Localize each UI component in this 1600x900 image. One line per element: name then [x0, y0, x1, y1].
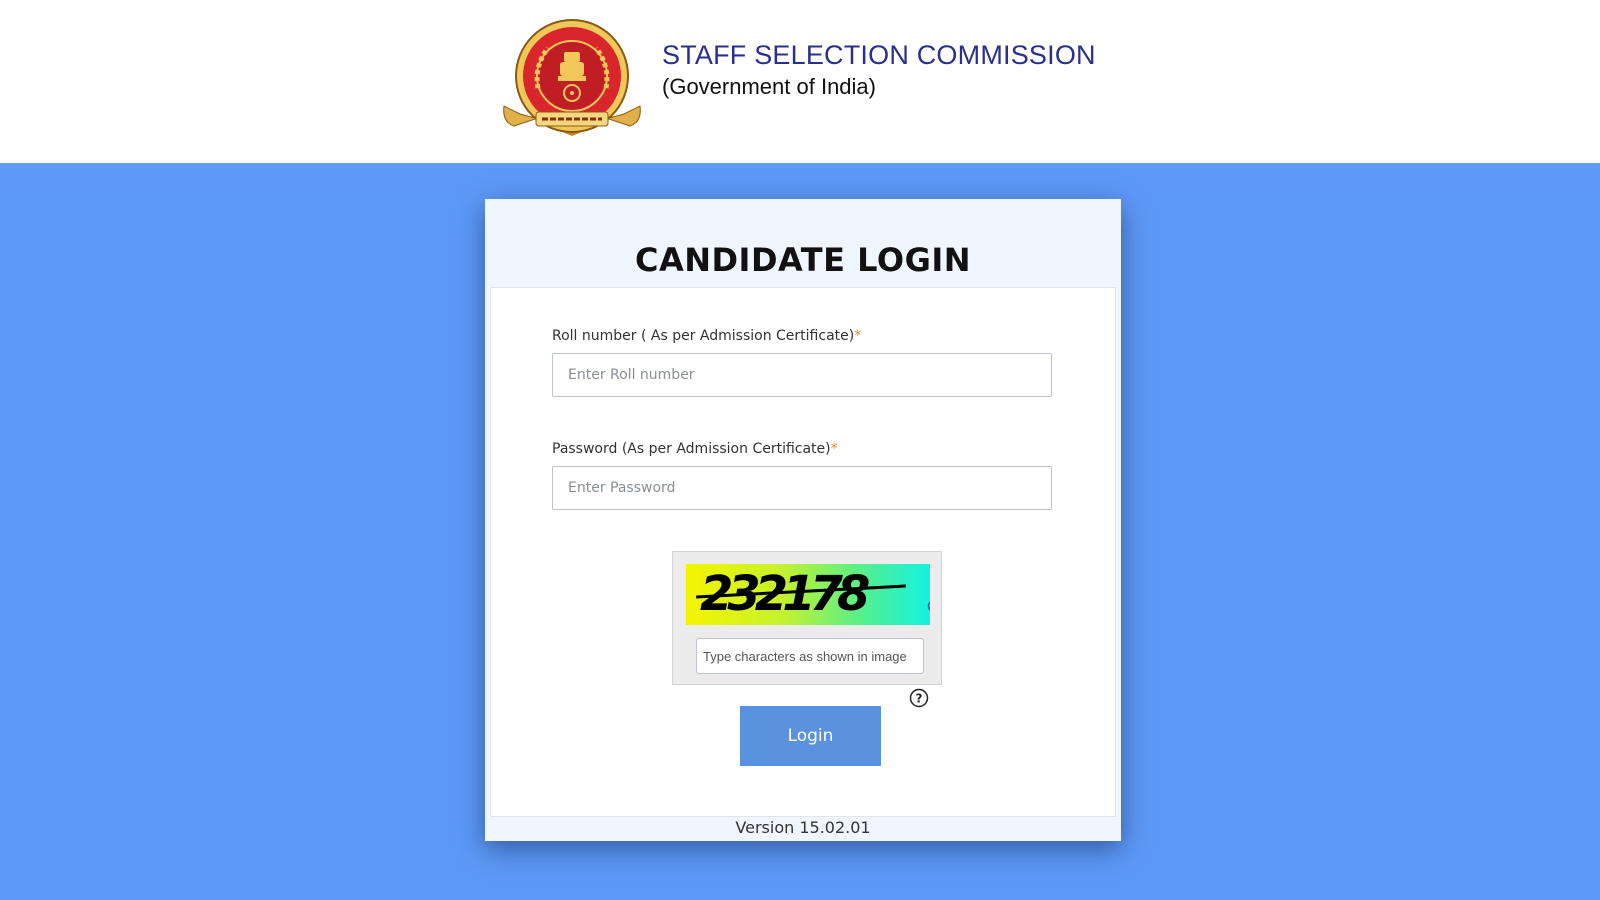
- captcha-panel: 232178: [672, 551, 942, 685]
- page-title: CANDIDATE LOGIN: [634, 241, 972, 279]
- roll-number-label: Roll number ( As per Admission Certifica…: [552, 328, 861, 344]
- help-icon[interactable]: ?: [909, 688, 929, 708]
- roll-number-label-text: Roll number ( As per Admission Certifica…: [552, 328, 855, 344]
- ssc-emblem-logo: [503, 19, 641, 136]
- captcha-image: 232178: [686, 564, 930, 625]
- required-marker: *: [854, 328, 862, 344]
- organization-subtitle: (Government of India): [662, 74, 876, 99]
- password-label: Password (As per Admission Certificate)*: [552, 441, 838, 457]
- captcha-input[interactable]: [696, 638, 924, 674]
- organization-name: STAFF SELECTION COMMISSION: [662, 40, 1096, 70]
- login-card: CANDIDATE LOGIN Roll number ( As per Adm…: [485, 199, 1121, 841]
- required-marker: *: [830, 441, 838, 457]
- refresh-icon[interactable]: [925, 597, 930, 615]
- version-text: Version 15.02.01: [735, 818, 871, 837]
- password-label-text: Password (As per Admission Certificate): [552, 441, 831, 457]
- login-form: Roll number ( As per Admission Certifica…: [490, 287, 1116, 817]
- login-button[interactable]: Login: [740, 706, 881, 766]
- svg-text:?: ?: [916, 692, 923, 706]
- password-input[interactable]: [552, 466, 1052, 510]
- site-header: STAFF SELECTION COMMISSION (Government o…: [0, 0, 1600, 163]
- roll-number-input[interactable]: [552, 353, 1052, 397]
